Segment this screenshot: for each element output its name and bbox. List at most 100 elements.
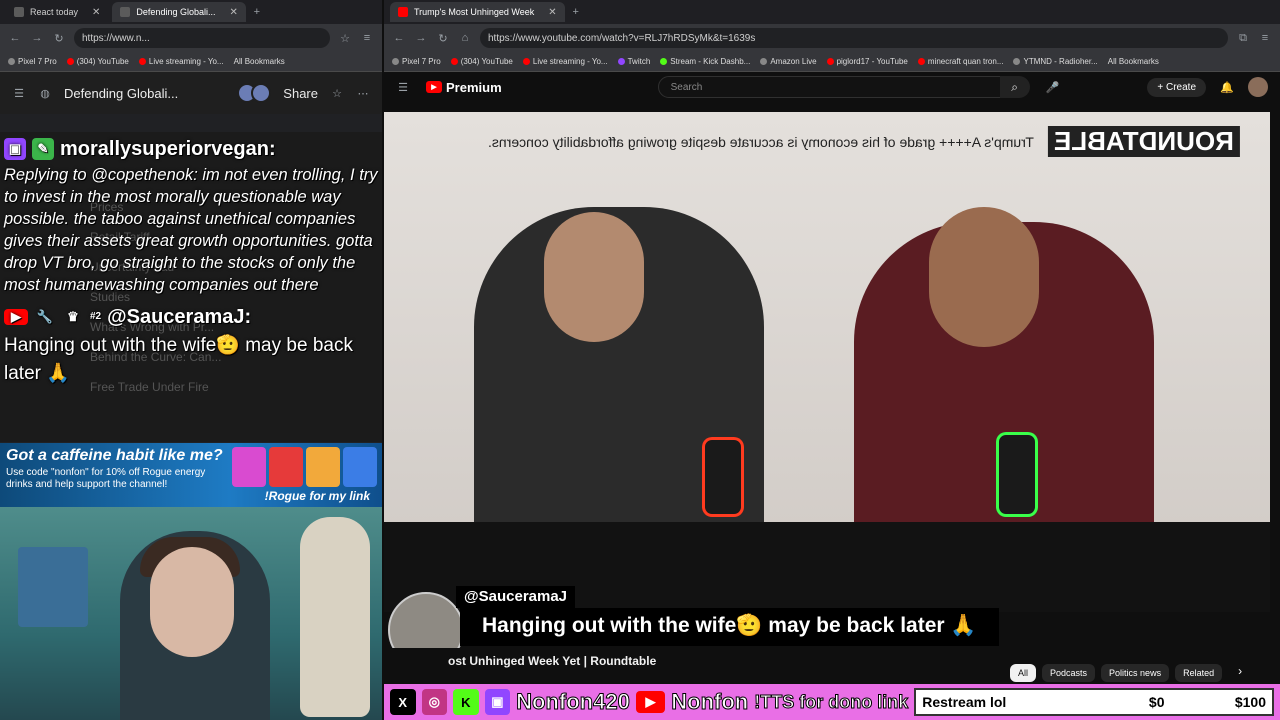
- chat-message: ▶ 🔧 ♛ #2 @SauceramaJ: Hanging out with t…: [4, 302, 378, 388]
- hamburger-menu-icon[interactable]: ☰: [12, 87, 26, 100]
- bookmark-item[interactable]: Live streaming - Yo...: [522, 57, 608, 66]
- chevron-right-icon[interactable]: ›: [1238, 664, 1242, 682]
- donation-goal: Restream lol $0 $100: [914, 688, 1274, 716]
- bookmark-item[interactable]: Pixel 7 Pro: [8, 57, 57, 66]
- can-image: [343, 447, 377, 487]
- left-url-field[interactable]: https://www.n...: [74, 28, 330, 48]
- left-tab-strip: React today ✕ Defending Globali... ✕ +: [0, 0, 382, 24]
- reload-icon[interactable]: ↻: [52, 32, 66, 45]
- bookmark-favicon-icon: [760, 58, 768, 65]
- youtube-favicon-icon: [826, 58, 834, 65]
- tab-youtube-video[interactable]: Trump's Most Unhinged Week ✕: [390, 2, 565, 22]
- youtube-icon: ▶: [4, 309, 28, 325]
- back-icon[interactable]: ←: [8, 32, 22, 44]
- rank-badge: #2: [90, 311, 102, 322]
- forward-icon[interactable]: →: [30, 32, 44, 44]
- bookmark-item[interactable]: YTMND - Radioher...: [1013, 57, 1098, 66]
- youtube-favicon-icon: [450, 58, 458, 65]
- menu-icon[interactable]: ≡: [1258, 32, 1272, 44]
- search-input[interactable]: Search: [657, 76, 1028, 98]
- youtube-icon: ▶: [635, 691, 666, 713]
- bookmark-favicon-icon: [1013, 58, 1021, 65]
- instagram-icon: ◎: [421, 689, 448, 715]
- right-url-field[interactable]: https://www.youtube.com/watch?v=RLJ7hRDS…: [480, 28, 1228, 48]
- chip-politics-news[interactable]: Politics news: [1101, 664, 1170, 682]
- back-icon[interactable]: ←: [392, 32, 406, 44]
- bookmark-star-icon[interactable]: ☆: [338, 32, 352, 45]
- webcam-feed: [0, 507, 382, 720]
- home-icon[interactable]: ⌂: [458, 32, 472, 44]
- create-button[interactable]: + Create: [1147, 77, 1206, 97]
- forward-icon[interactable]: →: [414, 32, 428, 44]
- close-tab-icon[interactable]: ✕: [229, 7, 237, 18]
- bookmark-item[interactable]: Amazon Live: [760, 57, 817, 66]
- microphone-red: [702, 437, 744, 517]
- video-caption-mirrored: ROUNDTABLE Trump's A++++ grade of his ec…: [488, 126, 1240, 157]
- chat-message: ▣ ✎ morallysuperiorvegan: Replying to @c…: [4, 134, 378, 296]
- bookmark-favicon-icon: [8, 58, 15, 65]
- new-tab-icon[interactable]: +: [250, 6, 264, 18]
- tts-username: @SauceramaJ: [456, 586, 576, 608]
- tts-message: Hanging out with the wife🫡 may be back l…: [460, 608, 999, 646]
- bookmark-item[interactable]: Live streaming - Yo...: [138, 57, 224, 66]
- chat-username: @SauceramaJ:: [107, 306, 252, 328]
- stream-social-bar: X ◎ K ▣ Nonfon420 ▶ Nonfon !TTS for dono…: [384, 684, 1280, 720]
- microphone-icon[interactable]: 🎤: [1046, 81, 1060, 94]
- twitch-icon: ▣: [484, 689, 511, 715]
- close-tab-icon[interactable]: ✕: [92, 7, 100, 18]
- costume-background: [300, 517, 370, 717]
- bookmark-item[interactable]: Pixel 7 Pro: [392, 57, 441, 66]
- hamburger-menu-icon[interactable]: ☰: [396, 81, 410, 94]
- youtube-favicon-icon: [138, 58, 146, 65]
- notifications-bell-icon[interactable]: 🔔: [1220, 81, 1234, 94]
- social-handle: Nonfon420: [516, 689, 631, 715]
- chat-username-row: ▶ 🔧 ♛ #2 @SauceramaJ:: [4, 302, 378, 332]
- youtube-handle: Nonfon: [671, 689, 749, 715]
- star-icon[interactable]: ☆: [330, 87, 344, 100]
- chip-all[interactable]: All: [1010, 664, 1037, 682]
- more-options-icon[interactable]: ⋯: [356, 87, 370, 100]
- all-bookmarks[interactable]: All Bookmarks: [1108, 57, 1159, 66]
- tab-react-today[interactable]: React today ✕: [6, 2, 108, 22]
- left-bookmarks-bar: Pixel 7 Pro (304) YouTube Live streaming…: [0, 52, 382, 72]
- bookmark-item[interactable]: minecraft quan tron...: [917, 57, 1003, 66]
- x-icon: X: [390, 689, 416, 715]
- roundtable-logo: ROUNDTABLE: [1047, 126, 1240, 157]
- tab-label: React today: [30, 7, 79, 17]
- twitch-icon: ▣: [4, 138, 26, 160]
- bookmark-item[interactable]: piglord17 - YouTube: [826, 57, 908, 66]
- promo-link-text: !Rogue for my link: [264, 489, 370, 503]
- bookmark-item[interactable]: Twitch: [617, 57, 650, 66]
- bookmark-item[interactable]: (304) YouTube: [66, 57, 129, 66]
- collaborator-avatars: [237, 83, 272, 103]
- tab-favicon-icon: [120, 7, 131, 17]
- new-tab-icon[interactable]: +: [569, 6, 583, 18]
- extensions-icon[interactable]: ⧉: [1236, 32, 1250, 45]
- goal-target: $100: [1234, 694, 1266, 710]
- twitch-icon: [617, 58, 625, 65]
- video-title: ost Unhinged Week Yet | Roundtable: [448, 654, 657, 668]
- youtube-logo[interactable]: ▶ Premium: [426, 80, 502, 95]
- search-icon[interactable]: ⌕: [999, 76, 1030, 98]
- streamer-face: [150, 547, 234, 657]
- kick-icon: K: [453, 689, 479, 715]
- share-button[interactable]: Share: [283, 86, 318, 101]
- tab-defending-globalization[interactable]: Defending Globali... ✕: [112, 2, 246, 22]
- reload-icon[interactable]: ↻: [436, 32, 450, 45]
- video-caption-text: Trump's A++++ grade of his economy is ac…: [488, 133, 1034, 150]
- globe-icon: ◍: [40, 87, 50, 100]
- avatar[interactable]: [1248, 77, 1268, 97]
- chip-related[interactable]: Related: [1175, 664, 1223, 682]
- chip-podcasts[interactable]: Podcasts: [1042, 664, 1096, 682]
- crown-badge-icon: ♛: [67, 309, 79, 324]
- bookmark-item[interactable]: (304) YouTube: [450, 57, 513, 66]
- man-face: [929, 207, 1039, 347]
- all-bookmarks[interactable]: All Bookmarks: [234, 57, 285, 66]
- video-player[interactable]: ROUNDTABLE Trump's A++++ grade of his ec…: [384, 112, 1270, 612]
- youtube-favicon-icon: [917, 58, 925, 65]
- microphone-green: [996, 432, 1038, 517]
- youtube-play-icon: ▶: [426, 81, 442, 93]
- close-tab-icon[interactable]: ✕: [548, 7, 556, 18]
- bookmark-item[interactable]: Stream - Kick Dashb...: [660, 57, 750, 66]
- menu-icon[interactable]: ≡: [360, 32, 374, 44]
